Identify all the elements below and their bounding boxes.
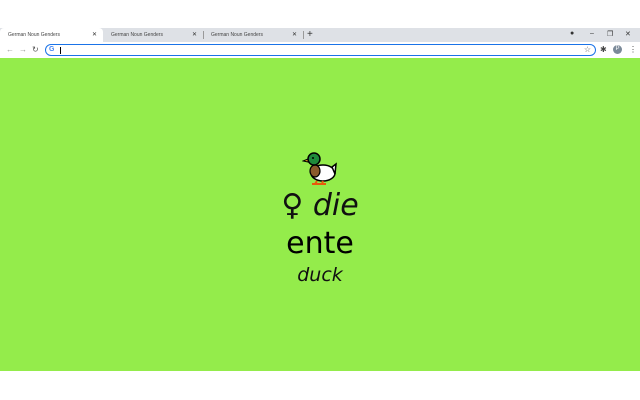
toolbar: ← → ↻ G ☆ ✱ P ⋮	[0, 42, 640, 58]
tab-title: German Noun Genders	[8, 32, 60, 38]
reload-icon[interactable]: ↻	[32, 45, 39, 54]
close-icon[interactable]: ✕	[92, 31, 97, 38]
back-icon[interactable]: ←	[6, 45, 14, 54]
tab-1[interactable]: German Noun Genders ✕	[0, 28, 103, 42]
tab-strip: German Noun Genders ✕ German Noun Genders…	[0, 28, 640, 42]
article: ♀ die	[0, 188, 640, 223]
tab-2[interactable]: German Noun Genders ✕	[103, 28, 203, 42]
tab-separator	[303, 31, 304, 39]
article-text: die	[312, 188, 359, 223]
close-icon[interactable]: ✕	[292, 31, 297, 38]
google-icon: G	[49, 46, 55, 53]
menu-icon[interactable]: ⋮	[629, 45, 637, 54]
duck-icon	[302, 152, 337, 185]
new-tab-button[interactable]: +	[307, 29, 313, 40]
extensions-icon[interactable]: ✱	[600, 45, 607, 54]
tab-title: German Noun Genders	[111, 32, 163, 38]
flashcard-page: ♀ die ente duck	[0, 58, 640, 371]
translation: duck	[297, 264, 343, 286]
address-bar[interactable]: G ☆	[45, 44, 596, 56]
close-window-button[interactable]: ✕	[625, 30, 631, 38]
close-icon[interactable]: ✕	[192, 31, 197, 38]
tab-title: German Noun Genders	[211, 32, 263, 38]
tab-3[interactable]: German Noun Genders ✕	[203, 28, 303, 42]
minimize-button[interactable]: –	[590, 30, 594, 37]
bookmark-star-icon[interactable]: ☆	[584, 45, 591, 54]
text-caret	[60, 47, 61, 54]
avatar[interactable]: P	[613, 45, 622, 54]
noun: ente	[286, 226, 354, 261]
forward-icon[interactable]: →	[19, 45, 27, 54]
restore-button[interactable]: ❐	[607, 30, 613, 38]
media-icon[interactable]: ●	[570, 30, 574, 37]
female-symbol: ♀	[281, 188, 304, 223]
